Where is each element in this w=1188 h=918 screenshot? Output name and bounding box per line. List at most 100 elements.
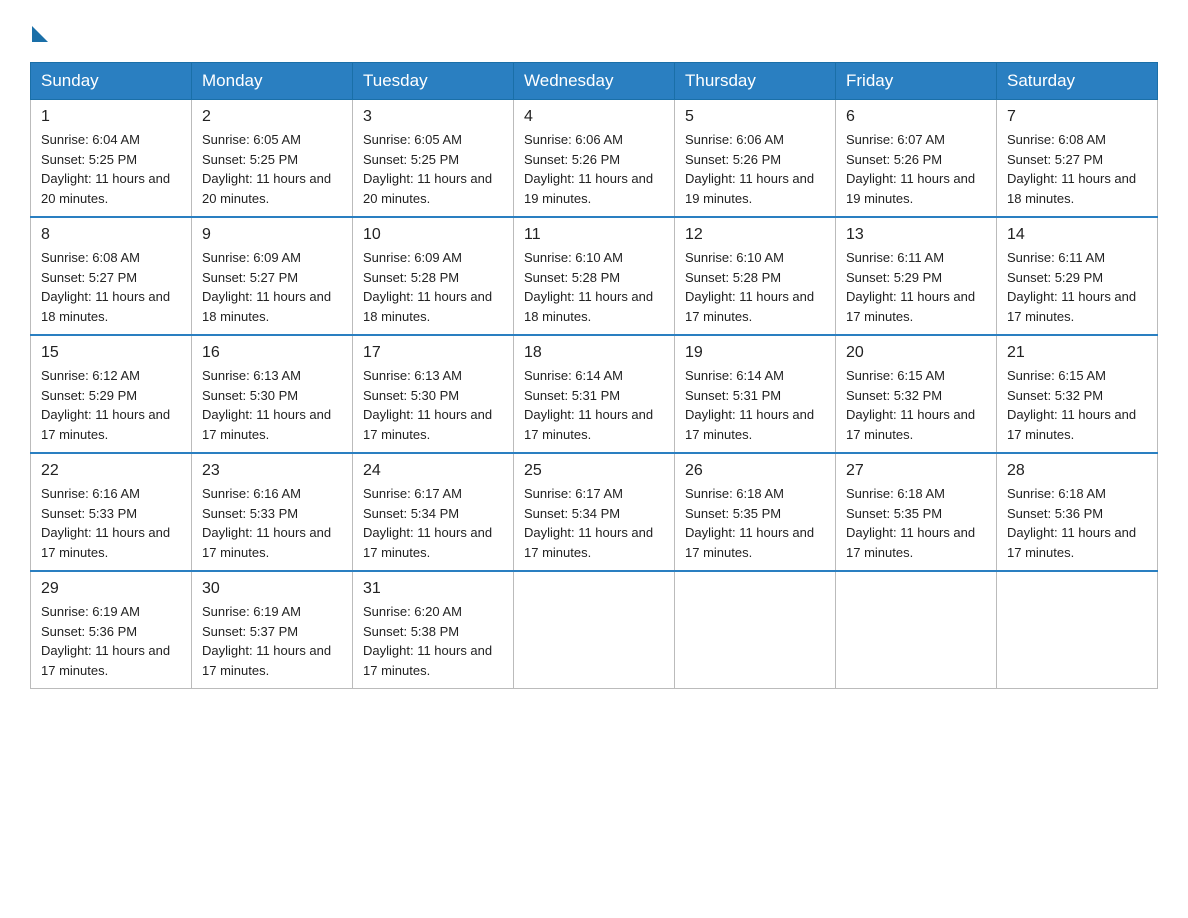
- day-number: 29: [41, 580, 181, 598]
- day-cell: 11 Sunrise: 6:10 AMSunset: 5:28 PMDayligh…: [514, 217, 675, 335]
- day-number: 4: [524, 108, 664, 126]
- day-header-thursday: Thursday: [675, 63, 836, 100]
- day-cell: 22Sunrise: 6:16 AMSunset: 5:33 PMDayligh…: [31, 453, 192, 571]
- day-info: Sunrise: 6:18 AMSunset: 5:35 PMDaylight:…: [685, 484, 825, 562]
- empty-day-cell: [836, 571, 997, 689]
- day-cell: 5 Sunrise: 6:06 AMSunset: 5:26 PMDaylight…: [675, 100, 836, 218]
- empty-day-cell: [997, 571, 1158, 689]
- day-cell: 10 Sunrise: 6:09 AMSunset: 5:28 PMDayligh…: [353, 217, 514, 335]
- day-cell: 20 Sunrise: 6:15 AMSunset: 5:32 PMDayligh…: [836, 335, 997, 453]
- day-number: 3: [363, 108, 503, 126]
- day-cell: 23 Sunrise: 6:16 AMSunset: 5:33 PMDayligh…: [192, 453, 353, 571]
- day-number: 27: [846, 462, 986, 480]
- day-info: Sunrise: 6:17 AMSunset: 5:34 PMDaylight:…: [363, 484, 503, 562]
- day-cell: 12 Sunrise: 6:10 AMSunset: 5:28 PMDayligh…: [675, 217, 836, 335]
- day-cell: 29 Sunrise: 6:19 AMSunset: 5:36 PMDayligh…: [31, 571, 192, 689]
- day-number: 30: [202, 580, 342, 598]
- day-info: Sunrise: 6:16 AMSunset: 5:33 PMDaylight:…: [41, 484, 181, 562]
- day-info: Sunrise: 6:09 AMSunset: 5:28 PMDaylight:…: [363, 248, 503, 326]
- day-info: Sunrise: 6:13 AMSunset: 5:30 PMDaylight:…: [202, 366, 342, 444]
- day-number: 8: [41, 226, 181, 244]
- calendar-header-row: SundayMondayTuesdayWednesdayThursdayFrid…: [31, 63, 1158, 100]
- day-number: 11: [524, 226, 664, 244]
- day-info: Sunrise: 6:20 AMSunset: 5:38 PMDaylight:…: [363, 602, 503, 680]
- day-number: 5: [685, 108, 825, 126]
- day-number: 7: [1007, 108, 1147, 126]
- calendar-week-row: 1 Sunrise: 6:04 AMSunset: 5:25 PMDaylight…: [31, 100, 1158, 218]
- day-cell: 3 Sunrise: 6:05 AMSunset: 5:25 PMDaylight…: [353, 100, 514, 218]
- day-cell: 14Sunrise: 6:11 AMSunset: 5:29 PMDayligh…: [997, 217, 1158, 335]
- day-number: 24: [363, 462, 503, 480]
- day-cell: 9 Sunrise: 6:09 AMSunset: 5:27 PMDaylight…: [192, 217, 353, 335]
- day-header-saturday: Saturday: [997, 63, 1158, 100]
- day-number: 21: [1007, 344, 1147, 362]
- day-info: Sunrise: 6:19 AMSunset: 5:36 PMDaylight:…: [41, 602, 181, 680]
- day-number: 1: [41, 108, 181, 126]
- calendar-week-row: 15Sunrise: 6:12 AMSunset: 5:29 PMDayligh…: [31, 335, 1158, 453]
- day-number: 9: [202, 226, 342, 244]
- day-number: 12: [685, 226, 825, 244]
- day-info: Sunrise: 6:13 AMSunset: 5:30 PMDaylight:…: [363, 366, 503, 444]
- day-cell: 1 Sunrise: 6:04 AMSunset: 5:25 PMDaylight…: [31, 100, 192, 218]
- day-info: Sunrise: 6:10 AMSunset: 5:28 PMDaylight:…: [524, 248, 664, 326]
- day-cell: 24 Sunrise: 6:17 AMSunset: 5:34 PMDayligh…: [353, 453, 514, 571]
- day-cell: 17 Sunrise: 6:13 AMSunset: 5:30 PMDayligh…: [353, 335, 514, 453]
- day-info: Sunrise: 6:05 AMSunset: 5:25 PMDaylight:…: [202, 130, 342, 208]
- day-number: 10: [363, 226, 503, 244]
- day-cell: 31Sunrise: 6:20 AMSunset: 5:38 PMDayligh…: [353, 571, 514, 689]
- day-cell: 19 Sunrise: 6:14 AMSunset: 5:31 PMDayligh…: [675, 335, 836, 453]
- day-info: Sunrise: 6:14 AMSunset: 5:31 PMDaylight:…: [685, 366, 825, 444]
- day-info: Sunrise: 6:08 AMSunset: 5:27 PMDaylight:…: [41, 248, 181, 326]
- day-cell: 7 Sunrise: 6:08 AMSunset: 5:27 PMDaylight…: [997, 100, 1158, 218]
- logo-arrow-icon: [32, 26, 48, 42]
- day-header-wednesday: Wednesday: [514, 63, 675, 100]
- logo: [30, 20, 48, 42]
- day-cell: 21 Sunrise: 6:15 AMSunset: 5:32 PMDayligh…: [997, 335, 1158, 453]
- calendar-week-row: 22Sunrise: 6:16 AMSunset: 5:33 PMDayligh…: [31, 453, 1158, 571]
- day-cell: 4 Sunrise: 6:06 AMSunset: 5:26 PMDaylight…: [514, 100, 675, 218]
- day-info: Sunrise: 6:11 AMSunset: 5:29 PMDaylight:…: [1007, 248, 1147, 326]
- day-number: 23: [202, 462, 342, 480]
- empty-day-cell: [675, 571, 836, 689]
- day-cell: 2Sunrise: 6:05 AMSunset: 5:25 PMDaylight…: [192, 100, 353, 218]
- day-number: 15: [41, 344, 181, 362]
- day-cell: 8 Sunrise: 6:08 AMSunset: 5:27 PMDaylight…: [31, 217, 192, 335]
- day-number: 13: [846, 226, 986, 244]
- day-info: Sunrise: 6:17 AMSunset: 5:34 PMDaylight:…: [524, 484, 664, 562]
- day-info: Sunrise: 6:06 AMSunset: 5:26 PMDaylight:…: [524, 130, 664, 208]
- day-info: Sunrise: 6:16 AMSunset: 5:33 PMDaylight:…: [202, 484, 342, 562]
- day-number: 25: [524, 462, 664, 480]
- day-info: Sunrise: 6:11 AMSunset: 5:29 PMDaylight:…: [846, 248, 986, 326]
- day-cell: 16 Sunrise: 6:13 AMSunset: 5:30 PMDayligh…: [192, 335, 353, 453]
- day-number: 16: [202, 344, 342, 362]
- day-cell: 13 Sunrise: 6:11 AMSunset: 5:29 PMDayligh…: [836, 217, 997, 335]
- day-header-tuesday: Tuesday: [353, 63, 514, 100]
- day-number: 18: [524, 344, 664, 362]
- day-info: Sunrise: 6:15 AMSunset: 5:32 PMDaylight:…: [846, 366, 986, 444]
- day-info: Sunrise: 6:04 AMSunset: 5:25 PMDaylight:…: [41, 130, 181, 208]
- day-header-monday: Monday: [192, 63, 353, 100]
- day-number: 28: [1007, 462, 1147, 480]
- day-number: 17: [363, 344, 503, 362]
- calendar-week-row: 8 Sunrise: 6:08 AMSunset: 5:27 PMDaylight…: [31, 217, 1158, 335]
- day-number: 20: [846, 344, 986, 362]
- day-header-sunday: Sunday: [31, 63, 192, 100]
- day-cell: 18 Sunrise: 6:14 AMSunset: 5:31 PMDayligh…: [514, 335, 675, 453]
- day-info: Sunrise: 6:18 AMSunset: 5:36 PMDaylight:…: [1007, 484, 1147, 562]
- day-cell: 27Sunrise: 6:18 AMSunset: 5:35 PMDayligh…: [836, 453, 997, 571]
- day-number: 26: [685, 462, 825, 480]
- day-number: 19: [685, 344, 825, 362]
- day-info: Sunrise: 6:08 AMSunset: 5:27 PMDaylight:…: [1007, 130, 1147, 208]
- day-info: Sunrise: 6:15 AMSunset: 5:32 PMDaylight:…: [1007, 366, 1147, 444]
- day-cell: 30Sunrise: 6:19 AMSunset: 5:37 PMDayligh…: [192, 571, 353, 689]
- day-cell: 15Sunrise: 6:12 AMSunset: 5:29 PMDayligh…: [31, 335, 192, 453]
- day-info: Sunrise: 6:09 AMSunset: 5:27 PMDaylight:…: [202, 248, 342, 326]
- day-info: Sunrise: 6:05 AMSunset: 5:25 PMDaylight:…: [363, 130, 503, 208]
- day-info: Sunrise: 6:10 AMSunset: 5:28 PMDaylight:…: [685, 248, 825, 326]
- calendar-week-row: 29 Sunrise: 6:19 AMSunset: 5:36 PMDayligh…: [31, 571, 1158, 689]
- day-header-friday: Friday: [836, 63, 997, 100]
- day-cell: 6Sunrise: 6:07 AMSunset: 5:26 PMDaylight…: [836, 100, 997, 218]
- day-info: Sunrise: 6:14 AMSunset: 5:31 PMDaylight:…: [524, 366, 664, 444]
- day-info: Sunrise: 6:06 AMSunset: 5:26 PMDaylight:…: [685, 130, 825, 208]
- day-info: Sunrise: 6:07 AMSunset: 5:26 PMDaylight:…: [846, 130, 986, 208]
